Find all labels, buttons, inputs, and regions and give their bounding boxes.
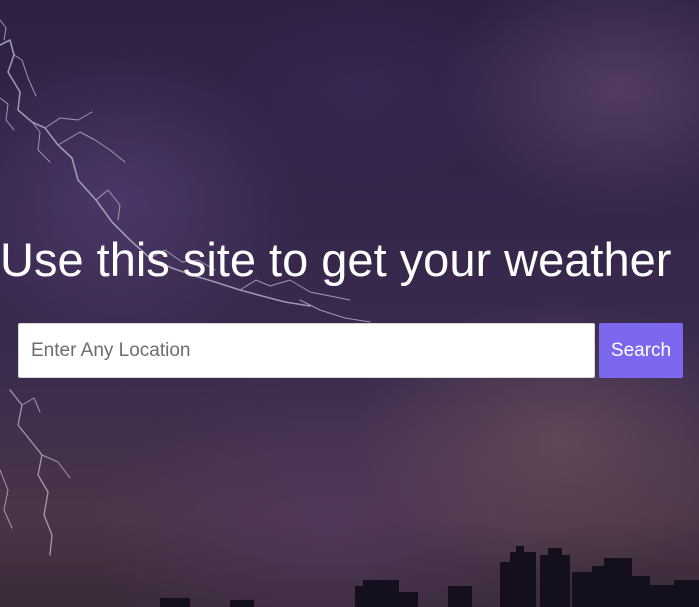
hero-title: Use this site to get your weather xyxy=(0,233,672,286)
lightning-and-skyline-illustration xyxy=(0,19,699,607)
location-search-input[interactable] xyxy=(18,323,595,378)
stormy-sky-background xyxy=(0,0,699,607)
search-button[interactable]: Search xyxy=(599,323,683,378)
location-search-form: Search xyxy=(18,323,683,378)
